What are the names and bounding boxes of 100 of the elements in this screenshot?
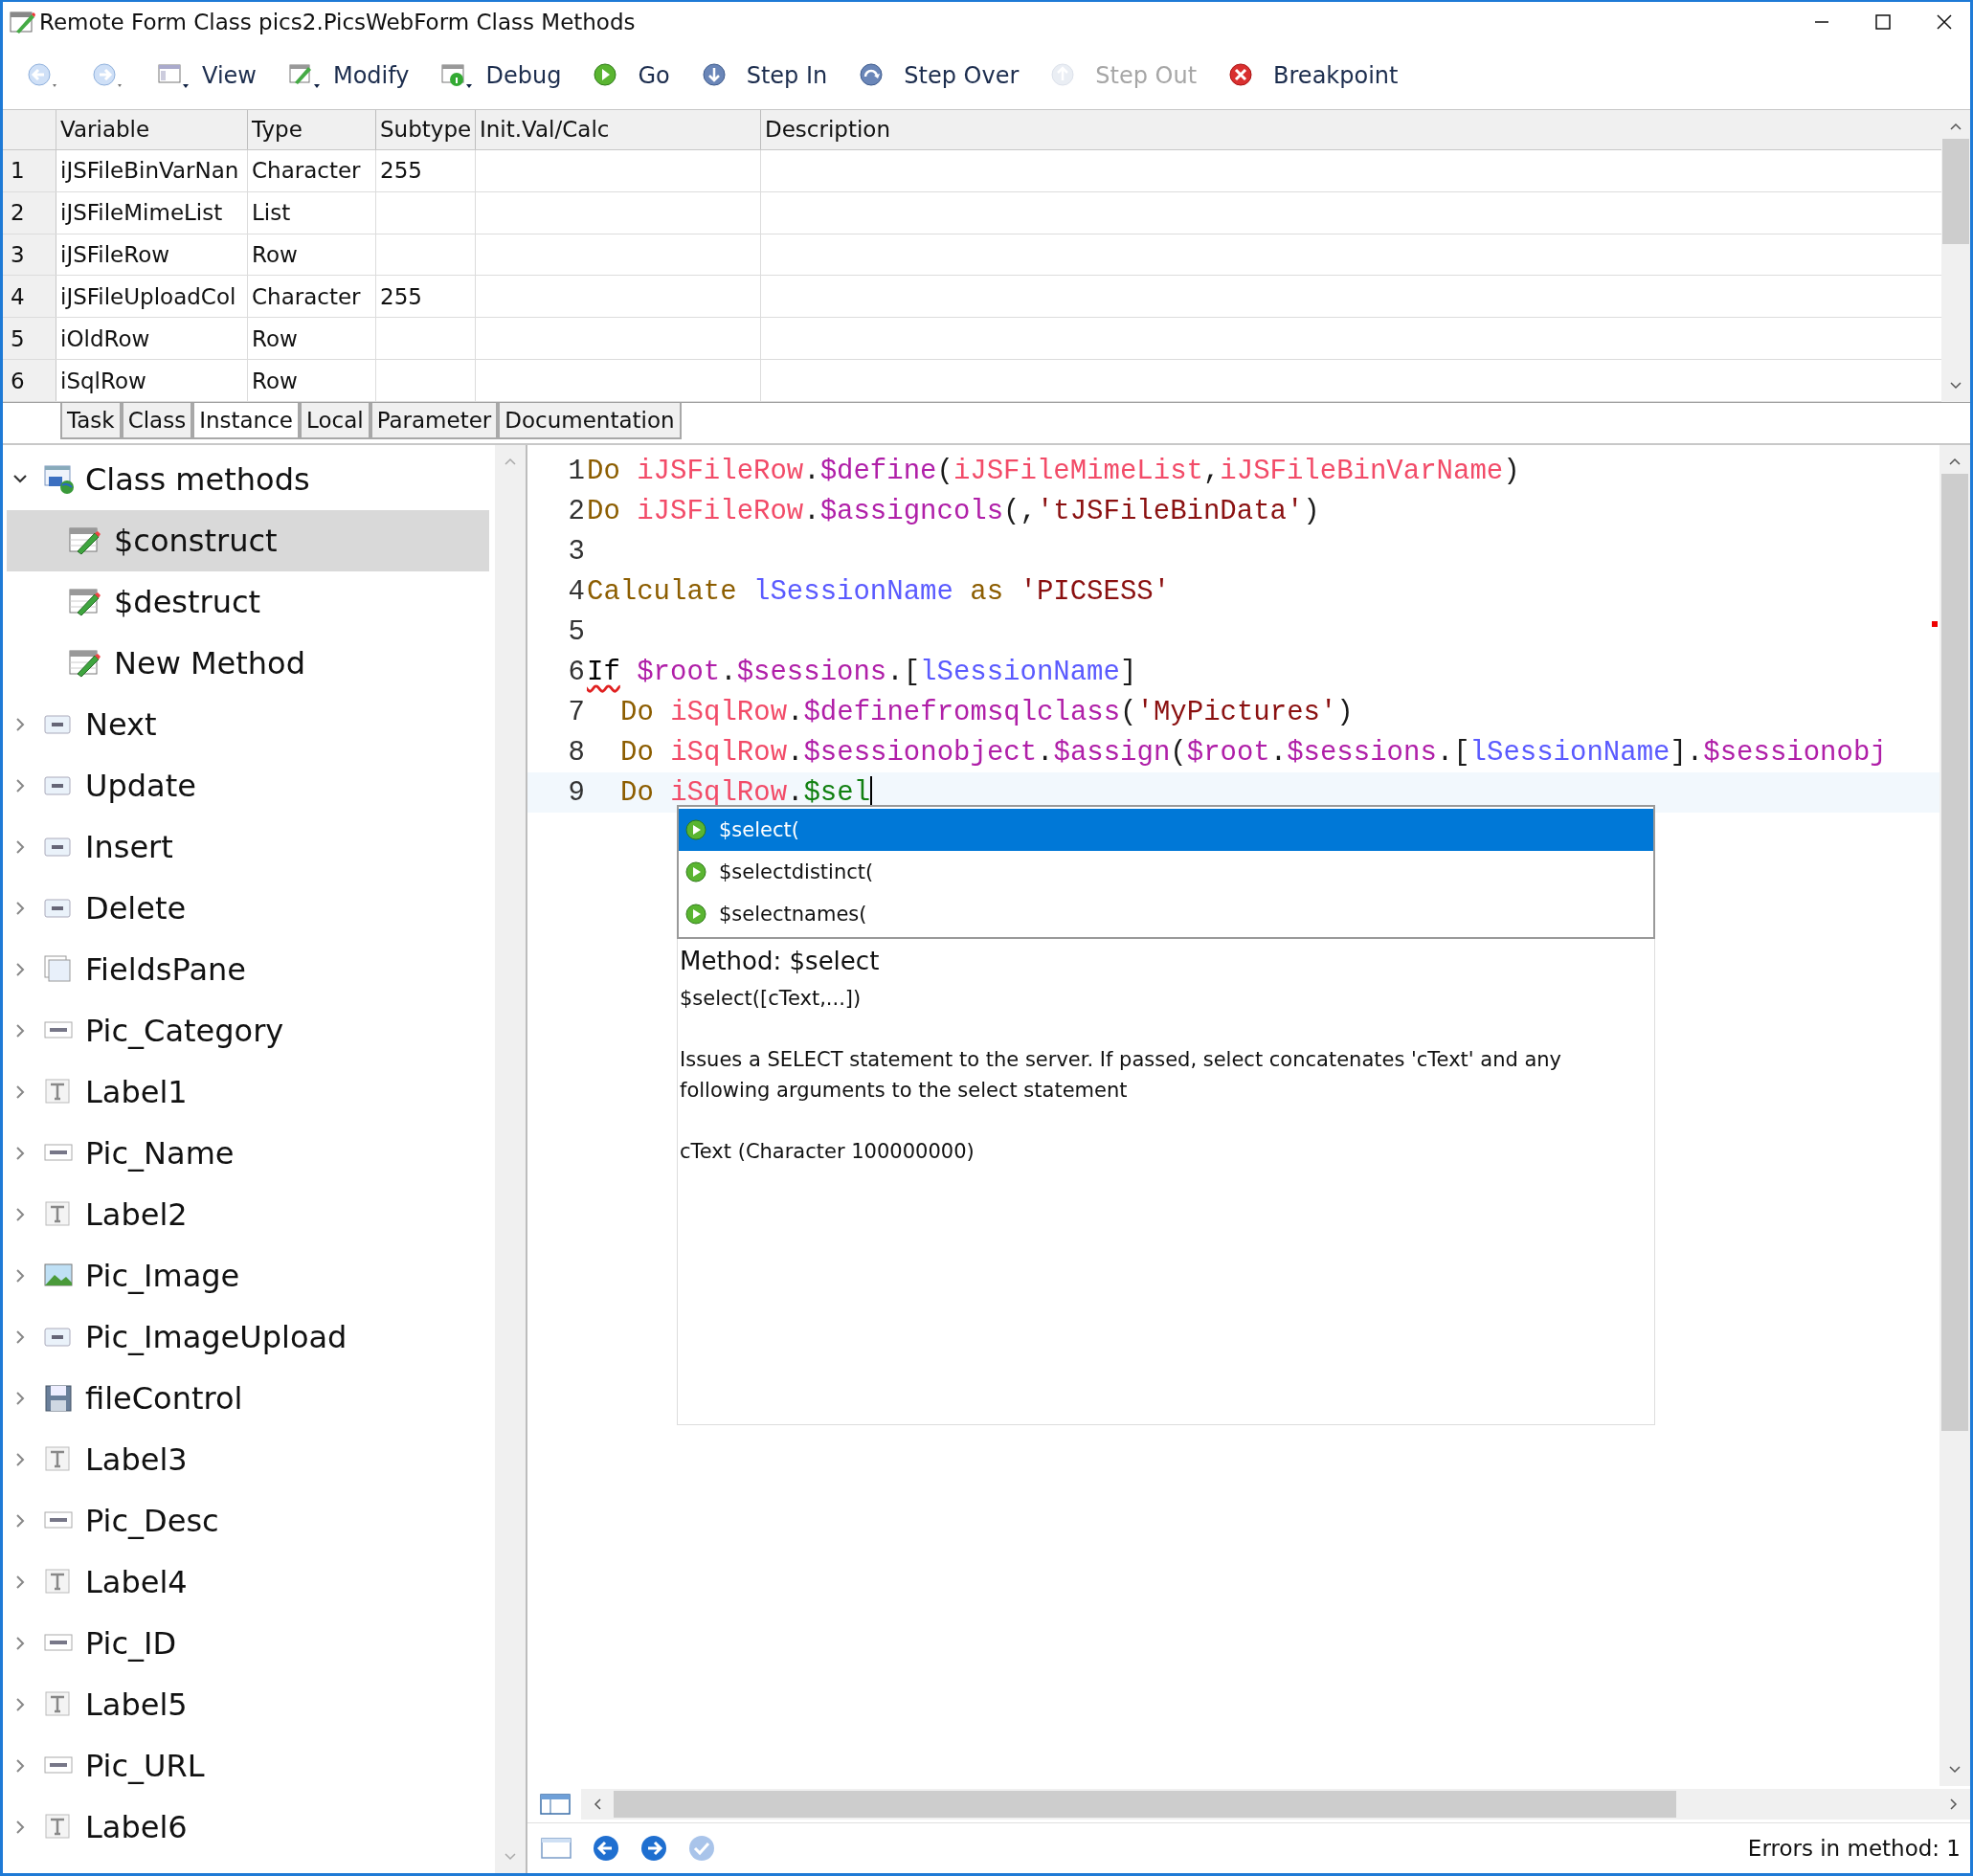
table-cell: 255 [376, 276, 476, 318]
tree-item[interactable]: fileControl [7, 1368, 489, 1429]
chevron-right-icon[interactable] [13, 1696, 27, 1713]
tab[interactable]: Task [60, 403, 122, 439]
tree-item[interactable]: FieldsPane [7, 939, 489, 1000]
check-icon[interactable] [686, 1833, 717, 1864]
table-cell: 255 [376, 149, 476, 191]
chevron-right-icon[interactable] [13, 1451, 27, 1468]
table-cell: iJSFileBinVarNan [56, 149, 248, 191]
chevron-right-icon[interactable] [13, 1757, 27, 1775]
code-line: Do iSqlRow.$sessionobject.$assign($root.$sessions.[lSessionName].$sessionobj [619, 735, 1887, 770]
chevron-right-icon[interactable] [13, 1819, 27, 1836]
toolbar-button[interactable]: Step In [694, 57, 834, 94]
tab[interactable]: Local [300, 403, 370, 439]
window-title: Remote Form Class pics2.PicsWebForm Class Methods [39, 10, 637, 34]
table-cell: Character [248, 149, 376, 191]
chevron-right-icon[interactable] [13, 1512, 27, 1530]
table-cell: iSqlRow [56, 360, 248, 401]
toolbar-button[interactable]: Modify [280, 57, 415, 94]
completion-item[interactable]: $selectnames( [679, 893, 1653, 935]
table-cell: List [248, 191, 376, 234]
tree-item[interactable]: Label6 [7, 1797, 489, 1858]
table-cell: Row [248, 360, 376, 401]
form-pencil-icon [68, 586, 101, 618]
chevron-right-icon[interactable] [13, 777, 27, 794]
tree-item[interactable]: Insert [7, 816, 489, 878]
tree-item[interactable]: Delete [7, 878, 489, 939]
line-number: 4 [567, 575, 586, 608]
chevron-right-icon[interactable] [13, 961, 27, 978]
method-title: Method: $select [680, 947, 881, 975]
method-description: Issues a SELECT statement to the server. If passed, select concatenates 'cText' and any following arguments to the select statement [680, 1047, 1563, 1104]
scrollbar[interactable] [581, 1789, 1970, 1820]
tab[interactable]: Instance [192, 403, 300, 439]
tree-item[interactable]: Label1 [7, 1061, 489, 1123]
line-number: 9 [567, 776, 586, 809]
row-number: 4 [3, 276, 56, 318]
row-number: 2 [3, 191, 56, 234]
chevron-right-icon[interactable] [13, 900, 27, 917]
tree-item[interactable]: Label2 [7, 1184, 489, 1245]
chevron-right-icon[interactable] [13, 716, 27, 733]
chevron-right-icon[interactable] [13, 1267, 27, 1284]
tree-item[interactable]: Pic_Category [7, 1000, 489, 1061]
chevron-right-icon[interactable] [13, 1574, 27, 1591]
table-cell: iJSFileUploadCol [56, 276, 248, 318]
chevron-right-icon[interactable] [13, 1206, 27, 1223]
tree-item[interactable]: $construct [7, 510, 489, 571]
tree-item[interactable]: Class methods [7, 449, 489, 510]
window-icon[interactable] [539, 1835, 573, 1862]
completion-item[interactable]: $selectdistinct( [679, 851, 1653, 893]
error-marker [1932, 621, 1938, 627]
chevron-right-icon[interactable] [13, 1329, 27, 1346]
tree-item[interactable]: Next [7, 694, 489, 755]
tree-item[interactable]: Update [7, 755, 489, 816]
tree-item[interactable]: Pic_URL [7, 1735, 489, 1797]
tab[interactable]: Parameter [370, 403, 499, 439]
play-icon [684, 860, 707, 883]
toolbar-button[interactable]: View [150, 57, 262, 94]
method-signature: $select([cText,...]) [680, 986, 863, 1012]
chevron-right-icon[interactable] [13, 1635, 27, 1652]
chevron-right-icon[interactable] [13, 838, 27, 856]
tree-item[interactable]: Pic_Name [7, 1123, 489, 1184]
play-icon [684, 903, 707, 926]
line-number: 7 [567, 696, 586, 728]
code-line: Do iSqlRow.$definefromsqlclass('MyPictures') [619, 695, 1354, 730]
table-icon[interactable] [539, 1792, 572, 1817]
chevron-right-icon[interactable] [13, 1083, 27, 1101]
toolbar-button[interactable]: Go [586, 57, 676, 94]
chevron-right-icon[interactable] [13, 1145, 27, 1162]
toolbar-button[interactable]: Step Over [852, 57, 1025, 94]
row-number: 6 [3, 360, 56, 401]
chevron-right-icon[interactable] [13, 1390, 27, 1407]
tree-item[interactable]: New Method [7, 633, 489, 694]
table-cell: Row [248, 234, 376, 276]
code-line: Calculate lSessionName as 'PICSESS' [587, 574, 1171, 610]
toolbar-button[interactable]: Breakpoint [1222, 57, 1404, 94]
tree-item[interactable]: Pic_Desc [7, 1490, 489, 1552]
line-number: 3 [567, 535, 586, 568]
table-cell: Character [248, 276, 376, 318]
form-pencil-icon [286, 61, 322, 90]
scrollbar[interactable] [1941, 110, 1970, 402]
completion-item[interactable]: $select( [679, 809, 1653, 851]
parameter-description: cText (Character 100000000) [680, 1139, 975, 1165]
tree-item[interactable]: Label4 [7, 1552, 489, 1613]
tab[interactable]: Class [121, 403, 193, 439]
toolbar-button[interactable]: Debug [434, 57, 568, 94]
line-number: 8 [567, 736, 586, 769]
tree-item[interactable]: Pic_ImageUpload [7, 1306, 489, 1368]
form-pencil-icon [68, 647, 101, 680]
tree-item[interactable]: Label3 [7, 1429, 489, 1490]
line-number: 2 [567, 495, 586, 527]
status-text: Errors in method: 1 [1747, 1836, 1961, 1861]
row-number: 3 [3, 234, 56, 276]
code-line: Do iJSFileRow.$assigncols(,'tJSFileBinData') [587, 494, 1320, 529]
chevron-right-icon[interactable] [13, 1022, 27, 1039]
scrollbar[interactable] [1939, 445, 1970, 1786]
tree-item[interactable]: Pic_ID [7, 1613, 489, 1674]
tree-item[interactable]: Label5 [7, 1674, 489, 1735]
tree-item[interactable]: $destruct [7, 571, 489, 633]
tree-item[interactable]: Pic_Image [7, 1245, 489, 1306]
tab[interactable]: Documentation [498, 403, 682, 439]
